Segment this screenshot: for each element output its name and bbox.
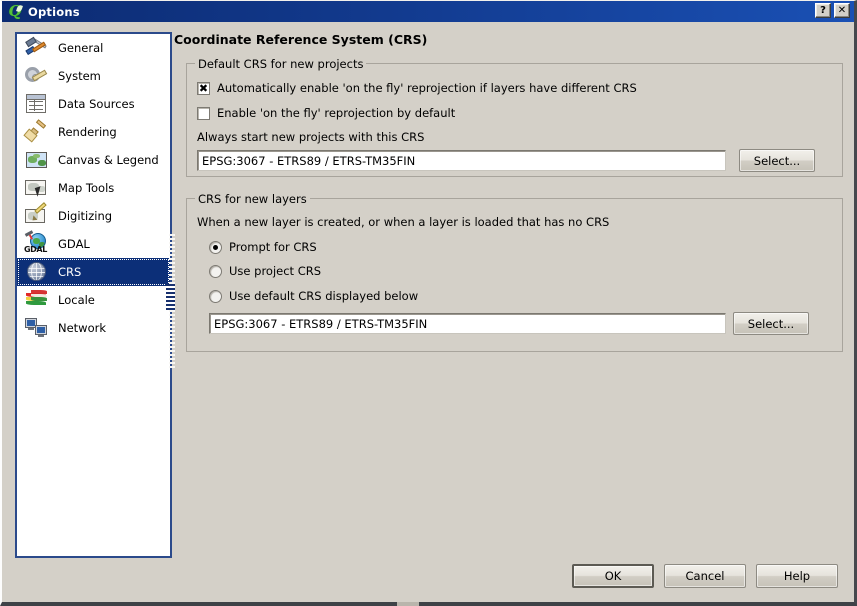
prompt-for-crs-radio-row[interactable]: Prompt for CRS (209, 240, 317, 254)
network-monitors-icon (24, 316, 50, 340)
sidebar-item-rendering[interactable]: Rendering (17, 118, 170, 146)
sidebar-item-data-sources[interactable]: Data Sources (17, 90, 170, 118)
sidebar-item-label: Network (58, 321, 107, 335)
enable-reproject-default-checkbox-row[interactable]: Enable 'on the fly' reprojection by defa… (197, 106, 455, 120)
help-titlebar-button[interactable]: ? (815, 3, 831, 18)
sidebar-item-label: System (58, 69, 101, 83)
new-layers-group-legend: CRS for new layers (195, 192, 310, 206)
map-cursor-icon (24, 176, 50, 200)
dialog-body: General System Data Sources Rendering Ca… (2, 22, 854, 602)
crs-globe-icon (24, 260, 50, 284)
window-resize-notch (397, 602, 419, 606)
hammer-screwdriver-icon (24, 36, 50, 60)
auto-reproject-label: Automatically enable 'on the fly' reproj… (217, 81, 637, 95)
dialog-window: Q Options ? ✕ General System Data Source… (0, 0, 857, 606)
sidebar-item-network[interactable]: Network (17, 314, 170, 342)
auto-reproject-checkbox[interactable] (197, 81, 210, 95)
use-project-crs-radio[interactable] (209, 264, 222, 278)
window-title: Options (28, 4, 80, 19)
options-content-panel: Coordinate Reference System (CRS) Defaul… (174, 22, 854, 602)
use-default-crs-radio[interactable] (209, 289, 222, 303)
use-project-crs-label: Use project CRS (229, 264, 322, 278)
new-layers-crs-group: CRS for new layers When a new layer is c… (186, 192, 843, 352)
use-project-crs-radio-row[interactable]: Use project CRS (209, 264, 321, 278)
window-controls: ? ✕ (815, 3, 850, 18)
default-layer-crs-select-button[interactable]: Select... (733, 312, 809, 335)
sidebar-item-digitizing[interactable]: Digitizing (17, 202, 170, 230)
gear-wrench-icon (24, 64, 50, 88)
table-grid-icon (24, 92, 50, 116)
sidebar-item-label: Rendering (58, 125, 117, 139)
project-crs-field-label-row: Always start new projects with this CRS (197, 130, 424, 144)
auto-reproject-checkbox-row[interactable]: Automatically enable 'on the fly' reproj… (197, 81, 637, 95)
prompt-for-crs-radio[interactable] (209, 240, 222, 254)
enable-reproject-default-label: Enable 'on the fly' reprojection by defa… (217, 106, 456, 120)
flags-icon (24, 288, 50, 312)
dialog-button-box: OK Cancel Help (572, 564, 838, 588)
default-crs-group: Default CRS for new projects Automatical… (186, 57, 843, 177)
sidebar-item-canvas-legend[interactable]: Canvas & Legend (17, 146, 170, 174)
close-icon[interactable]: ✕ (834, 3, 850, 18)
project-crs-select-button[interactable]: Select... (739, 149, 815, 172)
cancel-button[interactable]: Cancel (664, 564, 746, 588)
options-category-list[interactable]: General System Data Sources Rendering Ca… (15, 32, 172, 558)
project-crs-input[interactable]: EPSG:3067 - ETRS89 / ETRS-TM35FIN (197, 150, 726, 171)
project-crs-field-label: Always start new projects with this CRS (197, 130, 425, 144)
map-pencil-icon (24, 202, 50, 228)
paintbrush-icon (23, 119, 50, 144)
new-layers-description: When a new layer is created, or when a l… (197, 215, 610, 229)
sidebar-item-label: Locale (58, 293, 95, 307)
sidebar-item-map-tools[interactable]: Map Tools (17, 174, 170, 202)
sidebar-item-crs[interactable]: CRS (17, 258, 170, 286)
qgis-logo-icon: Q (8, 1, 23, 20)
sidebar-item-label: CRS (58, 265, 82, 279)
sidebar-item-gdal[interactable]: GDAL GDAL (17, 230, 170, 258)
sidebar-item-label: GDAL (58, 237, 90, 251)
default-layer-crs-input[interactable]: EPSG:3067 - ETRS89 / ETRS-TM35FIN (209, 313, 726, 334)
title-bar[interactable]: Q Options ? ✕ (2, 1, 854, 22)
use-default-crs-label: Use default CRS displayed below (229, 289, 419, 303)
sidebar-item-label: Map Tools (58, 181, 115, 195)
sidebar-item-system[interactable]: System (17, 62, 170, 90)
sidebar-item-label: Digitizing (58, 209, 113, 223)
map-frame-icon (24, 148, 50, 172)
use-default-crs-radio-row[interactable]: Use default CRS displayed below (209, 289, 418, 303)
enable-reproject-default-checkbox[interactable] (197, 106, 210, 120)
prompt-for-crs-label: Prompt for CRS (229, 240, 317, 254)
qgis-options-dialog: Q Options ? ✕ General System Data Source… (0, 0, 857, 606)
sidebar-item-locale[interactable]: Locale (17, 286, 170, 314)
page-title: Coordinate Reference System (CRS) (174, 32, 428, 47)
help-button[interactable]: Help (756, 564, 838, 588)
ok-button[interactable]: OK (572, 564, 654, 588)
new-layers-description-row: When a new layer is created, or when a l… (197, 215, 609, 229)
default-crs-group-legend: Default CRS for new projects (195, 57, 367, 71)
sidebar-item-label: Data Sources (58, 97, 135, 111)
sidebar-item-general[interactable]: General (17, 34, 170, 62)
sidebar-item-label: Canvas & Legend (58, 153, 159, 167)
gdal-globe-icon: GDAL (24, 230, 50, 256)
sidebar-item-label: General (58, 41, 104, 55)
